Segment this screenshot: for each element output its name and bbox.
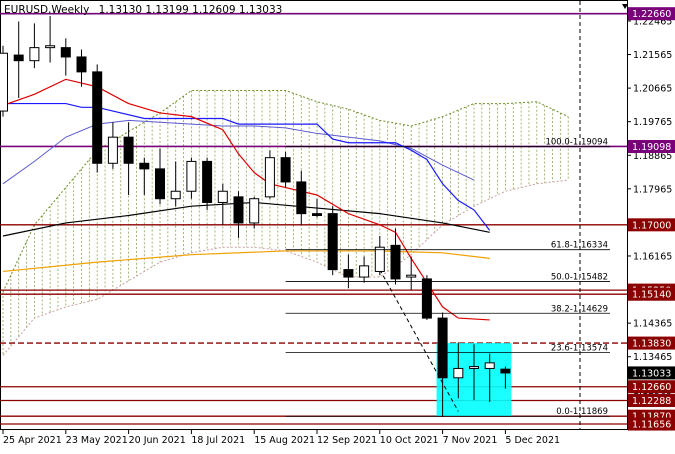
x-tick-label: 15 Aug 2021 [254, 435, 315, 446]
candle-body [186, 160, 197, 192]
moving-average-orange [2, 250, 490, 273]
candle-body [76, 56, 87, 73]
chart-frame: 100.0-1.19094 61.8-1.16334 50.0-1.15482 38.… [0, 0, 675, 450]
candle-body [374, 246, 385, 272]
candle-body [249, 198, 260, 224]
candle-body [359, 265, 370, 278]
price-tag-label: 1.22660 [632, 9, 671, 20]
candle-body [312, 213, 322, 216]
chart-title-symbol: EURUSD,Weekly [4, 4, 89, 16]
candle-body [13, 54, 24, 62]
candle-body [202, 160, 213, 203]
price-tag-label: 1.11656 [632, 420, 671, 431]
x-tick-label: 23 May 2021 [66, 435, 128, 446]
fibo-level-label: 100.0-1.19094 [545, 138, 608, 148]
candle-body [155, 168, 165, 200]
chart-svg: 100.0-1.19094 61.8-1.16334 50.0-1.15482 38.… [0, 0, 675, 446]
price-tag-label: 1.13033 [632, 368, 671, 379]
x-tick-label: 12 Sep 2021 [317, 435, 377, 446]
price-tag-label: 1.13830 [632, 339, 671, 350]
x-tick-label: 10 Oct 2021 [380, 435, 439, 446]
fibo-level-label: 50.0-1.15482 [551, 272, 608, 282]
chart-title: EURUSD,Weekly 1.13130 1.13199 1.12609 1.… [4, 4, 282, 16]
y-axis: 1.224651.215651.206651.197651.188651.179… [627, 7, 675, 431]
price-tag-label: 1.12288 [632, 396, 671, 407]
fibo-level-label: 38.2-1.14629 [551, 304, 608, 314]
candle-body [500, 368, 511, 374]
chart-title-ohlc: 1.13130 1.13199 1.12609 1.13033 [99, 4, 283, 16]
candle-body [453, 367, 464, 379]
x-tick-label: 7 Nov 2021 [443, 435, 498, 446]
candle-body [170, 190, 181, 200]
x-tick-label: 20 Jun 2021 [129, 435, 186, 446]
y-tick-label: 1.16165 [633, 251, 672, 262]
senkou-span-b [2, 179, 569, 356]
fibo-level-label: 23.6-1.13574 [551, 344, 608, 354]
candles [0, 15, 511, 417]
candle-body [406, 274, 417, 278]
candle-body [92, 71, 103, 164]
y-tick-label: 1.19765 [633, 117, 672, 128]
x-tick-label: 5 Dec 2021 [505, 435, 560, 446]
x-tick-label: 18 Jul 2021 [191, 435, 245, 446]
y-tick-label: 1.14365 [633, 319, 672, 330]
candle-body [233, 196, 244, 224]
candle-body [264, 157, 275, 198]
candle-body [29, 47, 40, 62]
y-tick-label: 1.20665 [633, 84, 672, 95]
x-tick-label: 25 Apr 2021 [3, 435, 62, 446]
fibo-level-label: 61.8-1.16334 [551, 241, 608, 251]
price-tag-label: 1.12660 [632, 382, 671, 393]
y-tick-label: 1.13465 [633, 352, 672, 363]
candle-body [327, 213, 338, 271]
price-tag-label: 1.19098 [632, 142, 671, 153]
candle-body [469, 366, 479, 369]
candle-body [421, 278, 432, 319]
candle-body [45, 45, 56, 49]
price-tag-label: 1.17000 [632, 220, 671, 231]
y-tick-label: 1.17965 [633, 184, 672, 195]
candle-body [296, 181, 307, 215]
candle-body [0, 52, 8, 112]
candle-body [280, 157, 291, 183]
candle-body [484, 362, 495, 369]
candle-body [123, 136, 134, 164]
candle-body [390, 244, 401, 280]
fibo-level-label: 0.0-1.11869 [556, 407, 608, 417]
price-tag-label: 1.15140 [632, 290, 671, 301]
candle-body [343, 269, 354, 278]
candle-body [437, 317, 448, 379]
candle-body [139, 162, 150, 170]
x-axis: 25 Apr 2021 23 May 2021 20 Jun 2021 18 Jul … [2, 430, 560, 446]
candle-body [107, 136, 118, 164]
y-tick-label: 1.21565 [633, 50, 672, 61]
candle-body [217, 190, 228, 203]
candle-body [60, 47, 71, 58]
